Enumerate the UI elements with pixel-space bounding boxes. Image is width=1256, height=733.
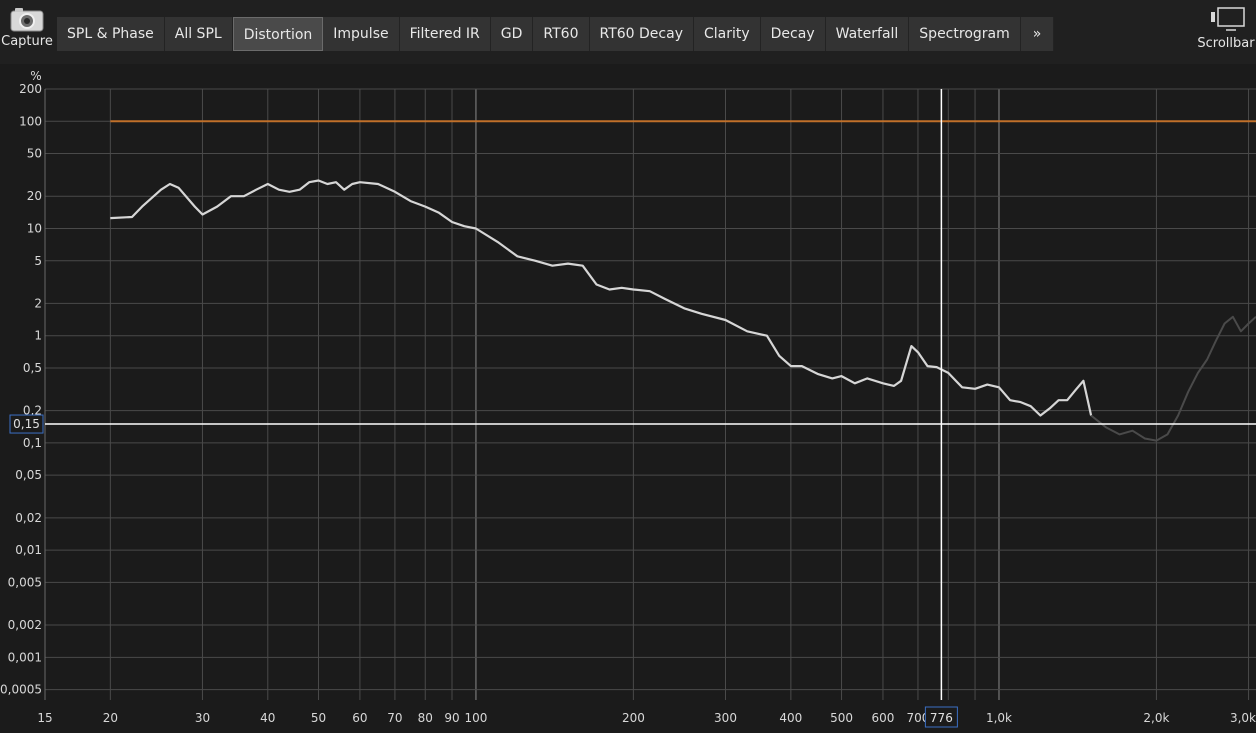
y-tick-label: 5 — [34, 254, 42, 268]
tab-clarity[interactable]: Clarity — [693, 17, 761, 51]
x-tick-label: 60 — [352, 711, 367, 725]
x-tick-label: 400 — [779, 711, 802, 725]
y-tick-label: 0,01 — [15, 543, 42, 557]
capture-label: Capture — [1, 34, 53, 49]
y-tick-label: 0,05 — [15, 468, 42, 482]
y-axis-label: % — [30, 69, 41, 83]
tab-filtered-ir[interactable]: Filtered IR — [399, 17, 491, 51]
x-tick-label: 100 — [464, 711, 487, 725]
scrollbar-button[interactable]: Scrollbar — [1196, 6, 1256, 60]
y-tick-label: 0,5 — [23, 361, 42, 375]
camera-icon — [10, 8, 44, 32]
y-tick-label: 0,02 — [15, 511, 42, 525]
y-tick-label: 2 — [34, 296, 42, 310]
x-tick-label: 30 — [195, 711, 210, 725]
x-tick-label: 20 — [103, 711, 118, 725]
x-tick-label: 200 — [622, 711, 645, 725]
monitor-icon — [1211, 7, 1245, 31]
x-tick-label: 15 — [37, 711, 52, 725]
cursor-y-readout: 0,15 — [13, 417, 40, 431]
tab-spectrogram[interactable]: Spectrogram — [909, 17, 1021, 51]
x-tick-label: 50 — [311, 711, 326, 725]
x-tick-label: 1,0k — [986, 711, 1012, 725]
tab-waterfall[interactable]: Waterfall — [825, 17, 910, 51]
y-tick-label: 100 — [19, 114, 42, 128]
tab-all-spl[interactable]: All SPL — [164, 17, 233, 51]
y-tick-label: 10 — [27, 221, 42, 235]
capture-button[interactable]: Capture — [0, 6, 54, 58]
y-tick-label: 0,0005 — [0, 683, 42, 697]
x-tick-label: 600 — [872, 711, 895, 725]
cursor-x-readout: 776 — [930, 711, 953, 725]
x-tick-label: 500 — [830, 711, 853, 725]
tab-decay[interactable]: Decay — [760, 17, 826, 51]
tab-gd[interactable]: GD — [490, 17, 534, 51]
tab-bar: SPL & Phase All SPL Distortion Impulse Filte… — [57, 17, 1055, 51]
y-tick-label: 0,002 — [8, 618, 42, 632]
tab-rt60[interactable]: RT60 — [533, 17, 590, 51]
x-tick-label: 3,0k — [1230, 711, 1256, 725]
x-tick-label: 300 — [714, 711, 737, 725]
y-tick-label: 0,001 — [8, 650, 42, 664]
y-tick-label: 0,005 — [8, 575, 42, 589]
y-tick-label: 1 — [34, 329, 42, 343]
y-tick-label: 20 — [27, 189, 42, 203]
more-tabs-button[interactable]: » — [1020, 17, 1055, 51]
x-tick-label: 90 — [444, 711, 459, 725]
x-tick-label: 40 — [260, 711, 275, 725]
distortion-chart[interactable]: 2001005020105210,50,20,10,050,020,010,00… — [0, 64, 1256, 733]
toolbar: Capture SPL & Phase All SPL Distortion Impu… — [0, 0, 1256, 64]
x-tick-label: 80 — [418, 711, 433, 725]
y-tick-label: 0,1 — [23, 436, 42, 450]
plot-area[interactable] — [45, 89, 1256, 700]
tab-spl-phase[interactable]: SPL & Phase — [57, 17, 165, 51]
y-tick-label: 50 — [27, 147, 42, 161]
scrollbar-label: Scrollbar — [1197, 36, 1255, 51]
y-tick-label: 200 — [19, 82, 42, 96]
x-tick-label: 2,0k — [1143, 711, 1169, 725]
x-tick-label: 70 — [387, 711, 402, 725]
tab-impulse[interactable]: Impulse — [323, 17, 400, 51]
tab-rt60-decay[interactable]: RT60 Decay — [589, 17, 694, 51]
tab-distortion[interactable]: Distortion — [232, 17, 324, 51]
